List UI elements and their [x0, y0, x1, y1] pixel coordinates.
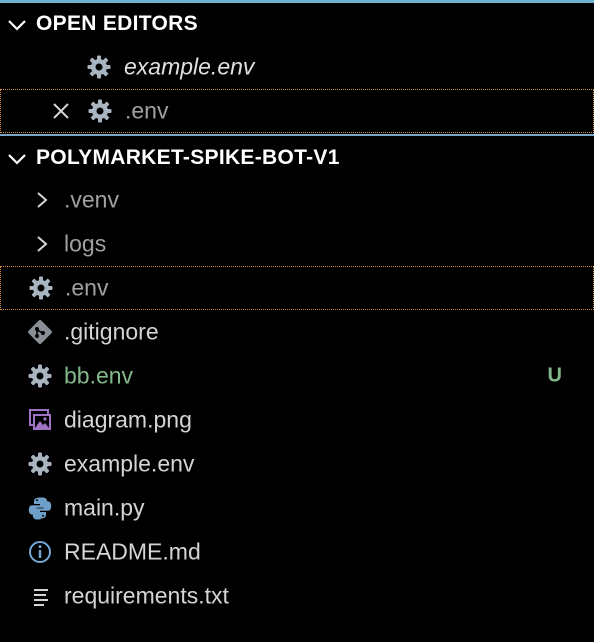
open-editors-header[interactable]: OPEN EDITORS — [0, 4, 594, 44]
tree-item-file[interactable]: diagram.png — [0, 398, 594, 442]
tree-item-label: bb.env — [64, 362, 134, 389]
open-editor-label: .env — [125, 97, 169, 124]
tree-item-folder[interactable]: .venv — [0, 178, 594, 222]
tree-item-file[interactable]: requirements.txt — [0, 574, 594, 618]
tree-item-label: diagram.png — [64, 406, 192, 433]
chevron-right-icon — [37, 192, 48, 208]
gear-icon — [28, 364, 52, 388]
gear-icon — [29, 276, 53, 300]
python-icon — [28, 497, 52, 520]
info-icon — [29, 541, 51, 563]
tree-item-label: .venv — [64, 186, 119, 213]
open-editor-item[interactable]: example.env — [0, 45, 594, 89]
explorer-panel: OPEN EDITORS example.env .env POLYMARKET… — [0, 0, 594, 642]
image-icon — [29, 409, 51, 430]
tree-item-file[interactable]: .gitignore — [0, 310, 594, 354]
chevron-down-icon — [8, 154, 26, 165]
gear-icon — [88, 99, 112, 123]
tree-item-label: example.env — [64, 450, 195, 477]
tree-item-label: requirements.txt — [64, 582, 229, 609]
git-icon — [28, 320, 52, 344]
tree-item-label: README.md — [64, 538, 201, 565]
chevron-right-icon — [37, 236, 48, 252]
tree-item-file[interactable]: main.py — [0, 486, 594, 530]
folder-title: POLYMARKET-SPIKE-BOT-V1 — [36, 146, 340, 169]
tree-item-label: logs — [64, 230, 107, 257]
lines-icon — [34, 589, 48, 606]
tree-item-folder[interactable]: logs — [0, 222, 594, 266]
open-editor-label: example.env — [124, 53, 255, 80]
section-divider — [0, 134, 594, 136]
chevron-down-icon — [8, 20, 26, 31]
folder-header[interactable]: POLYMARKET-SPIKE-BOT-V1 — [0, 138, 594, 178]
git-status-badge: U — [547, 364, 562, 387]
gear-icon — [87, 55, 111, 79]
tree-item-file-untracked[interactable]: bb.env U — [0, 354, 594, 398]
focus-line — [0, 0, 594, 3]
open-editor-item-active[interactable]: .env — [0, 89, 594, 133]
open-editors-title: OPEN EDITORS — [36, 12, 198, 35]
tree-item-file[interactable]: README.md — [0, 530, 594, 574]
gear-icon — [28, 452, 52, 476]
tree-item-label: main.py — [64, 494, 145, 521]
close-icon[interactable] — [50, 100, 72, 122]
tree-item-label: .gitignore — [64, 318, 159, 345]
tree-item-file[interactable]: example.env — [0, 442, 594, 486]
tree-item-label: .env — [65, 274, 109, 301]
tree-item-file-selected[interactable]: .env — [0, 266, 594, 310]
